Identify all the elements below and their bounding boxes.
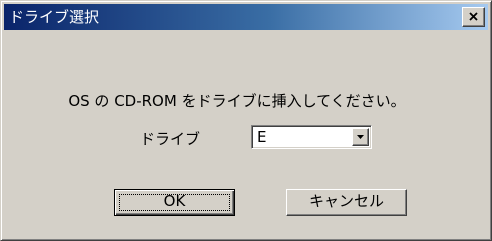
cancel-button-label: キャンセル: [308, 192, 384, 210]
title-bar[interactable]: ドライブ選択: [4, 4, 488, 30]
close-icon: [469, 12, 478, 21]
instruction-message: OS の CD-ROM をドライブに挿入してください。: [68, 92, 406, 110]
cancel-button[interactable]: キャンセル: [286, 189, 407, 216]
drive-select-dialog: ドライブ選択 OS の CD-ROM をドライブに挿入してください。 ドライブ …: [0, 0, 492, 241]
window-title: ドライブ選択: [9, 8, 100, 26]
drive-select[interactable]: E: [251, 125, 372, 149]
ok-button[interactable]: OK: [114, 189, 235, 216]
close-button[interactable]: [462, 7, 485, 27]
drive-dropdown-button[interactable]: [352, 128, 369, 146]
ok-button-label: OK: [163, 192, 186, 210]
chevron-down-icon: [357, 135, 364, 139]
drive-label: ドライブ: [140, 130, 201, 148]
drive-select-value: E: [257, 128, 267, 146]
